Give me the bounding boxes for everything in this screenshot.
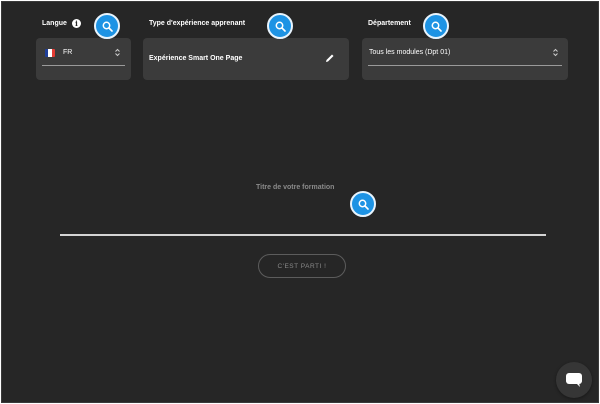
department-select[interactable]: Tous les modules (Dpt 01)	[362, 38, 568, 80]
pencil-icon[interactable]	[325, 53, 335, 63]
experience-value: Expérience Smart One Page	[149, 55, 243, 62]
main-panel: Langue i FR Type d'expérience apprenant …	[1, 1, 599, 403]
search-icon	[358, 199, 369, 210]
search-button[interactable]	[423, 13, 449, 39]
experience-field[interactable]: Expérience Smart One Page	[143, 38, 349, 80]
department-value: Tous les modules (Dpt 01)	[369, 49, 451, 56]
language-label: Langue	[42, 20, 67, 27]
language-select[interactable]: FR	[36, 38, 131, 80]
info-icon[interactable]: i	[72, 19, 81, 28]
search-icon	[102, 21, 113, 32]
training-title-label: Titre de votre formation	[256, 184, 335, 191]
chevron-updown-icon	[553, 48, 558, 57]
chat-bubble-icon	[566, 373, 582, 387]
department-underline	[368, 65, 562, 66]
language-underline	[42, 65, 125, 66]
chat-button[interactable]	[556, 362, 592, 398]
france-flag-icon	[45, 49, 55, 57]
department-label: Département	[368, 20, 411, 27]
search-icon	[431, 21, 442, 32]
search-button[interactable]	[267, 13, 293, 39]
search-button[interactable]	[94, 13, 120, 39]
start-button[interactable]: C'EST PARTI !	[258, 254, 346, 278]
search-icon	[275, 21, 286, 32]
language-value: FR	[63, 49, 73, 56]
experience-label: Type d'expérience apprenant	[149, 20, 246, 27]
search-button[interactable]	[350, 191, 376, 217]
training-title-underline	[60, 234, 546, 236]
chevron-updown-icon	[115, 48, 120, 57]
training-title-input[interactable]	[60, 202, 546, 232]
